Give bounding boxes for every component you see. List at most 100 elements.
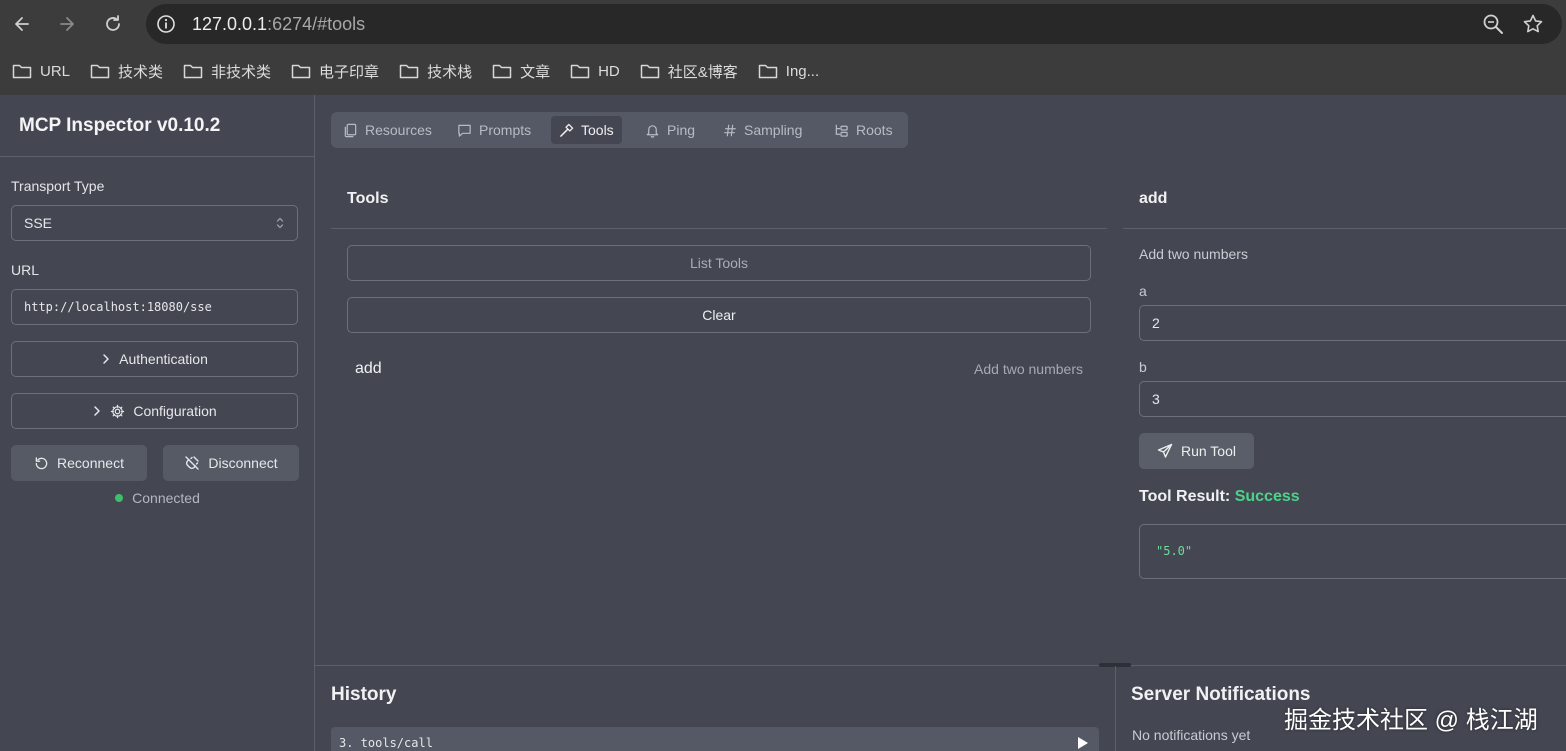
sidebar: MCP Inspector v0.10.2 Transport Type SSE… — [0, 95, 315, 751]
tab-prompts[interactable]: Prompts — [449, 116, 539, 144]
run-tool-label: Run Tool — [1180, 443, 1236, 459]
bookmark-item[interactable]: URL — [12, 63, 70, 80]
tools-panel-title: Tools — [347, 190, 389, 207]
history-title: History — [331, 684, 397, 705]
param-b-input[interactable] — [1140, 382, 1566, 416]
param-a-field[interactable] — [1139, 305, 1566, 341]
bookmark-label: 非技术类 — [211, 63, 272, 81]
chevron-right-icon — [94, 406, 101, 416]
notifications-empty-text: No notifications yet — [1132, 727, 1251, 743]
bookmark-label: 电子印章 — [319, 63, 380, 81]
address-url[interactable]: 127.0.0.1:6274/#tools — [192, 14, 365, 34]
back-button[interactable] — [8, 10, 36, 38]
bookmark-label: HD — [598, 62, 620, 80]
tool-detail-title: add — [1139, 190, 1168, 207]
param-a-input[interactable] — [1140, 306, 1566, 340]
bookmark-item[interactable]: 技术栈 — [399, 61, 472, 82]
tab-label: Resources — [365, 122, 432, 138]
message-square-icon — [458, 124, 471, 137]
reload-button[interactable] — [99, 10, 127, 38]
url-input[interactable] — [12, 290, 297, 324]
bookmark-item[interactable]: Ing... — [758, 63, 819, 80]
tool-detail-description: Add two numbers — [1139, 246, 1248, 262]
forward-button[interactable] — [53, 10, 81, 38]
star-icon[interactable] — [1522, 13, 1544, 35]
clear-label: Clear — [702, 307, 736, 323]
bookmark-label: 社区&博客 — [667, 63, 738, 81]
info-icon[interactable] — [156, 14, 176, 34]
list-tools-label: List Tools — [689, 255, 749, 271]
tab-label: Ping — [667, 122, 696, 138]
bookmark-label: Ing... — [785, 62, 820, 80]
reload-icon — [106, 15, 120, 31]
chevrons-up-down-icon — [276, 217, 284, 229]
unplug-icon — [185, 456, 200, 470]
zoom-icon[interactable] — [1482, 13, 1504, 35]
authentication-button[interactable]: Authentication — [11, 341, 298, 377]
bookmark-label: URL — [40, 62, 71, 80]
reconnect-label: Reconnect — [57, 455, 124, 471]
sidebar-divider — [0, 156, 314, 157]
url-field[interactable] — [11, 289, 298, 325]
play-icon[interactable] — [1077, 736, 1089, 750]
tab-ping[interactable]: Ping — [637, 116, 703, 144]
folder-icon — [291, 64, 311, 79]
run-tool-button[interactable]: Run Tool — [1139, 433, 1254, 469]
tool-detail-divider — [1123, 228, 1566, 229]
tool-description: Add two numbers — [974, 361, 1083, 377]
bookmark-label: 技术栈 — [427, 63, 473, 81]
status-text: Connected — [132, 490, 200, 506]
status-dot — [115, 494, 124, 502]
tab-sampling[interactable]: Sampling — [715, 116, 810, 144]
bottom-vertical-divider — [1115, 666, 1116, 751]
history-item-label: 3. tools/call — [339, 736, 433, 750]
tool-result-heading: Tool Result: Success — [1139, 488, 1300, 506]
disconnect-label: Disconnect — [208, 455, 278, 471]
hammer-icon — [560, 123, 574, 137]
configuration-button[interactable]: Configuration — [11, 393, 298, 429]
connection-status: Connected — [0, 490, 315, 506]
arrow-left-icon — [15, 17, 29, 31]
tab-resources[interactable]: Resources — [335, 116, 440, 144]
folder-icon — [758, 64, 778, 79]
bookmark-item[interactable]: 文章 — [492, 61, 550, 82]
folder-icon — [183, 64, 203, 79]
tab-label: Tools — [581, 122, 614, 138]
gear-icon — [111, 404, 125, 418]
disconnect-button[interactable]: Disconnect — [163, 445, 299, 481]
bookmark-item[interactable]: 电子印章 — [291, 61, 379, 82]
bookmark-item[interactable]: 非技术类 — [183, 61, 271, 82]
tool-result-box: "5.0" — [1139, 524, 1566, 579]
bookmark-item[interactable]: 社区&博客 — [640, 61, 738, 82]
tab-label: Prompts — [479, 122, 532, 138]
tool-list-item[interactable]: add Add two numbers — [347, 352, 1091, 386]
transport-type-label: Transport Type — [11, 178, 105, 194]
tool-result-label: Tool Result: — [1139, 488, 1231, 505]
tool-result-value: "5.0" — [1156, 544, 1193, 558]
rotate-ccw-icon — [35, 456, 48, 469]
bookmark-label: 文章 — [520, 63, 551, 81]
watermark: 掘金技术社区 @ 栈江湖 — [1284, 707, 1538, 734]
folder-icon — [12, 64, 32, 79]
param-b-field[interactable] — [1139, 381, 1566, 417]
url-host: 127.0.0.1 — [192, 14, 268, 34]
address-bar[interactable]: 127.0.0.1:6274/#tools — [146, 4, 1562, 44]
bookmark-label: 技术类 — [118, 63, 164, 81]
tab-bar: Resources Prompts Tools Ping Sampling Ro… — [331, 112, 908, 148]
list-tools-button[interactable]: List Tools — [347, 245, 1091, 281]
bell-icon — [646, 124, 659, 138]
bookmark-item[interactable]: 技术类 — [90, 61, 163, 82]
bookmarks-bar: URL 技术类 非技术类 电子印章 技术栈 文章 HD 社区&博客 Ing... — [0, 56, 839, 86]
tools-panel-divider — [331, 228, 1107, 229]
tab-roots[interactable]: Roots — [826, 116, 901, 144]
tab-tools[interactable]: Tools — [551, 116, 622, 144]
bookmark-item[interactable]: HD — [570, 63, 620, 80]
transport-type-value: SSE — [24, 215, 53, 231]
url-label: URL — [11, 262, 40, 278]
browser-chrome: 127.0.0.1:6274/#tools URL 技术类 非技术类 电子印章 … — [0, 0, 1566, 95]
clear-button[interactable]: Clear — [347, 297, 1091, 333]
reconnect-button[interactable]: Reconnect — [11, 445, 147, 481]
history-item[interactable]: 3. tools/call — [331, 727, 1099, 751]
folder-icon — [90, 64, 110, 79]
transport-type-select[interactable]: SSE — [11, 205, 298, 241]
